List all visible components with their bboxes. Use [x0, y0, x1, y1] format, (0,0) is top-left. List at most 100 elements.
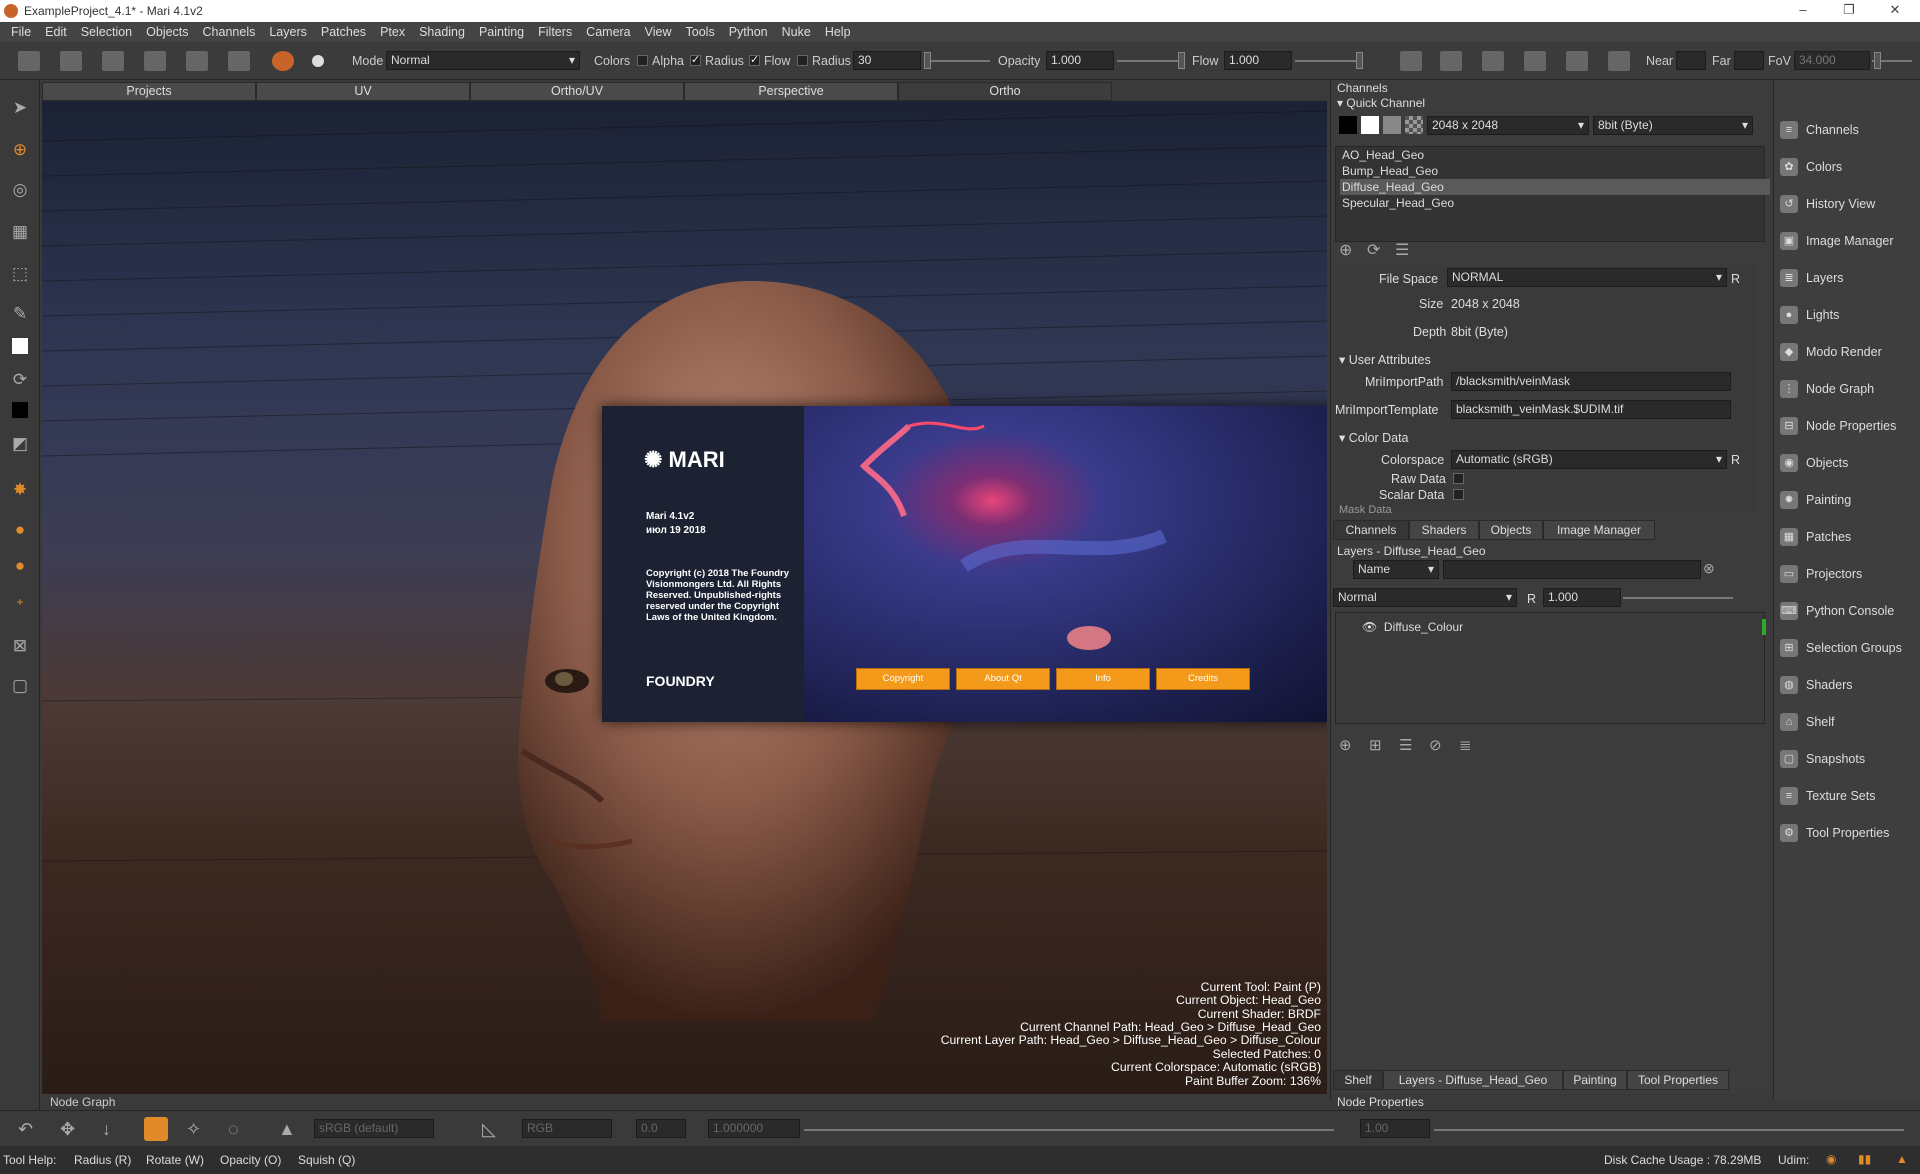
add-channel-icon[interactable]: ⊕ — [1339, 240, 1359, 260]
menu-shading[interactable]: Shading — [412, 25, 472, 39]
flow-slider-knob[interactable] — [1356, 52, 1363, 69]
far-field[interactable] — [1734, 51, 1764, 70]
file-space-reset[interactable]: R — [1731, 272, 1740, 286]
import-template-field[interactable]: blacksmith_veinMask.$UDIM.tif — [1451, 400, 1731, 419]
copy-icon[interactable] — [228, 51, 250, 71]
sidebar-item-lights[interactable]: ● Lights — [1780, 301, 1918, 329]
sidebar-item-channels[interactable]: ≡ Channels — [1780, 116, 1918, 144]
sidebar-item-texture-sets[interactable]: ≡ Texture Sets — [1780, 782, 1918, 810]
radius-slider[interactable] — [924, 60, 990, 62]
menu-filters[interactable]: Filters — [531, 25, 579, 39]
scalar-data-checkbox[interactable] — [1453, 489, 1464, 500]
brush-preset-2-icon[interactable]: ● — [10, 520, 30, 540]
channel-settings-icon[interactable]: ☰ — [1395, 240, 1415, 260]
add-layer-icon[interactable]: ⊕ — [1339, 736, 1359, 756]
import-path-field[interactable]: /blacksmith/veinMask — [1451, 372, 1731, 391]
gamma-field[interactable]: 1.00 — [1360, 1119, 1430, 1138]
radius-field[interactable]: 30 — [853, 51, 921, 70]
menu-nuke[interactable]: Nuke — [775, 25, 818, 39]
gain-field[interactable]: 1.000000 — [708, 1119, 800, 1138]
layer-opacity-slider[interactable] — [1623, 597, 1733, 599]
viewport-icon[interactable]: ▢ — [10, 676, 30, 696]
blend-mode-select[interactable]: Normal ▾ — [1333, 588, 1517, 607]
reset-colors-icon[interactable]: ◩ — [10, 434, 30, 454]
menu-layers[interactable]: Layers — [262, 25, 314, 39]
menu-python[interactable]: Python — [722, 25, 775, 39]
tab-image-manager[interactable]: Image Manager — [1543, 520, 1655, 540]
channel-item-bump[interactable]: Bump_Head_Geo — [1340, 163, 1770, 179]
redo-icon[interactable] — [186, 51, 208, 71]
sidebar-item-modo-render[interactable]: ◆ Modo Render — [1780, 338, 1918, 366]
lasso-icon[interactable]: ◌ — [228, 1119, 239, 1140]
mode-select[interactable]: Normal ▾ — [386, 51, 580, 70]
node-graph-tab[interactable]: Node Graph — [42, 1094, 1327, 1110]
eye-icon[interactable]: 👁 — [1362, 620, 1377, 634]
menu-painting[interactable]: Painting — [472, 25, 531, 39]
sidebar-item-node-graph[interactable]: ⋮ Node Graph — [1780, 375, 1918, 403]
paint-tool-icon[interactable] — [272, 51, 294, 71]
gamma-slider[interactable] — [1434, 1129, 1904, 1131]
flow-slider[interactable] — [1295, 60, 1361, 62]
sidebar-item-tool-properties[interactable]: ⚙ Tool Properties — [1780, 819, 1918, 847]
paint-tool-icon-left[interactable]: ⊕ — [10, 140, 30, 160]
save-icon[interactable] — [102, 51, 124, 71]
sidebar-item-shaders[interactable]: ◍ Shaders — [1780, 671, 1918, 699]
menu-edit[interactable]: Edit — [38, 25, 74, 39]
channel-size-select[interactable]: 2048 x 2048 ▾ — [1427, 116, 1589, 135]
frame-all-icon[interactable] — [1482, 51, 1504, 71]
restore-icon[interactable]: ❐ — [1826, 0, 1872, 22]
sidebar-item-painting[interactable]: ✸ Painting — [1780, 486, 1918, 514]
layer-filter-select[interactable]: Name ▾ — [1353, 560, 1439, 579]
down-arrow-icon[interactable]: ↓ — [102, 1119, 111, 1140]
lut-icon[interactable]: ▲ — [278, 1119, 296, 1140]
render-icon[interactable] — [1566, 51, 1588, 71]
rotate-view-icon[interactable] — [144, 1117, 168, 1141]
tab-projects[interactable]: Projects — [42, 82, 256, 101]
sidebar-item-python-console[interactable]: ⌨ Python Console — [1780, 597, 1918, 625]
add-adjustment-icon[interactable]: ⊞ — [1369, 736, 1389, 756]
warning-status-icon[interactable]: ▲ — [1896, 1152, 1908, 1166]
menu-tools[interactable]: Tools — [679, 25, 722, 39]
about-qt-button[interactable]: About Qt — [956, 668, 1050, 690]
sidebar-item-objects[interactable]: ◉ Objects — [1780, 449, 1918, 477]
sidebar-item-node-properties[interactable]: ⊟ Node Properties — [1780, 412, 1918, 440]
gamma-icon[interactable]: ◺ — [482, 1119, 496, 1140]
fov-field[interactable]: 34.000 — [1794, 51, 1870, 70]
sidebar-item-colors[interactable]: ✿ Colors — [1780, 153, 1918, 181]
channel-depth-select[interactable]: 8bit (Byte) ▾ — [1593, 116, 1753, 135]
white-swatch[interactable] — [1361, 116, 1379, 134]
copyright-button[interactable]: Copyright — [856, 668, 950, 690]
projection-tool-icon[interactable]: ◎ — [10, 180, 30, 200]
undo-icon[interactable] — [144, 51, 166, 71]
layer-opacity-field[interactable]: 1.000 — [1543, 588, 1621, 607]
tab-channels[interactable]: Channels — [1333, 520, 1409, 540]
exposure-field[interactable]: 0.0 — [636, 1119, 686, 1138]
lighting-icon[interactable] — [1608, 51, 1630, 71]
grey-swatch[interactable] — [1383, 116, 1401, 134]
refresh-channel-icon[interactable]: ⟳ — [1367, 240, 1387, 260]
minimize-icon[interactable]: – — [1780, 0, 1826, 22]
tab-painting[interactable]: Painting — [1563, 1070, 1627, 1090]
brush-small-icon[interactable]: + — [10, 592, 30, 612]
alpha-checkbox[interactable] — [637, 55, 648, 66]
layer-group-icon[interactable]: ≣ — [1459, 736, 1479, 756]
black-swatch[interactable] — [1339, 116, 1357, 134]
sidebar-item-history-view[interactable]: ↺ History View — [1780, 190, 1918, 218]
radius-slider-knob[interactable] — [924, 52, 931, 69]
color-data-header[interactable]: ▾ Color Data — [1339, 430, 1409, 445]
fov-slider-knob[interactable] — [1874, 52, 1881, 69]
menu-objects[interactable]: Objects — [139, 25, 195, 39]
menu-selection[interactable]: Selection — [74, 25, 139, 39]
brush-icon[interactable] — [312, 55, 324, 67]
near-field[interactable] — [1676, 51, 1706, 70]
menu-camera[interactable]: Camera — [579, 25, 637, 39]
raw-data-checkbox[interactable] — [1453, 473, 1464, 484]
camera-view-icon[interactable] — [1400, 51, 1422, 71]
add-procedural-icon[interactable]: ☰ — [1399, 736, 1419, 756]
channel-item-specular[interactable]: Specular_Head_Geo — [1340, 195, 1770, 211]
tab-shaders[interactable]: Shaders — [1409, 520, 1479, 540]
flow-checkbox[interactable] — [749, 53, 760, 66]
viewer-channel-select[interactable]: RGB — [522, 1119, 612, 1138]
viewport[interactable]: ✺ MARI Mari 4.1v2 июл 19 2018 Copyright … — [42, 101, 1327, 1094]
tab-objects[interactable]: Objects — [1479, 520, 1543, 540]
